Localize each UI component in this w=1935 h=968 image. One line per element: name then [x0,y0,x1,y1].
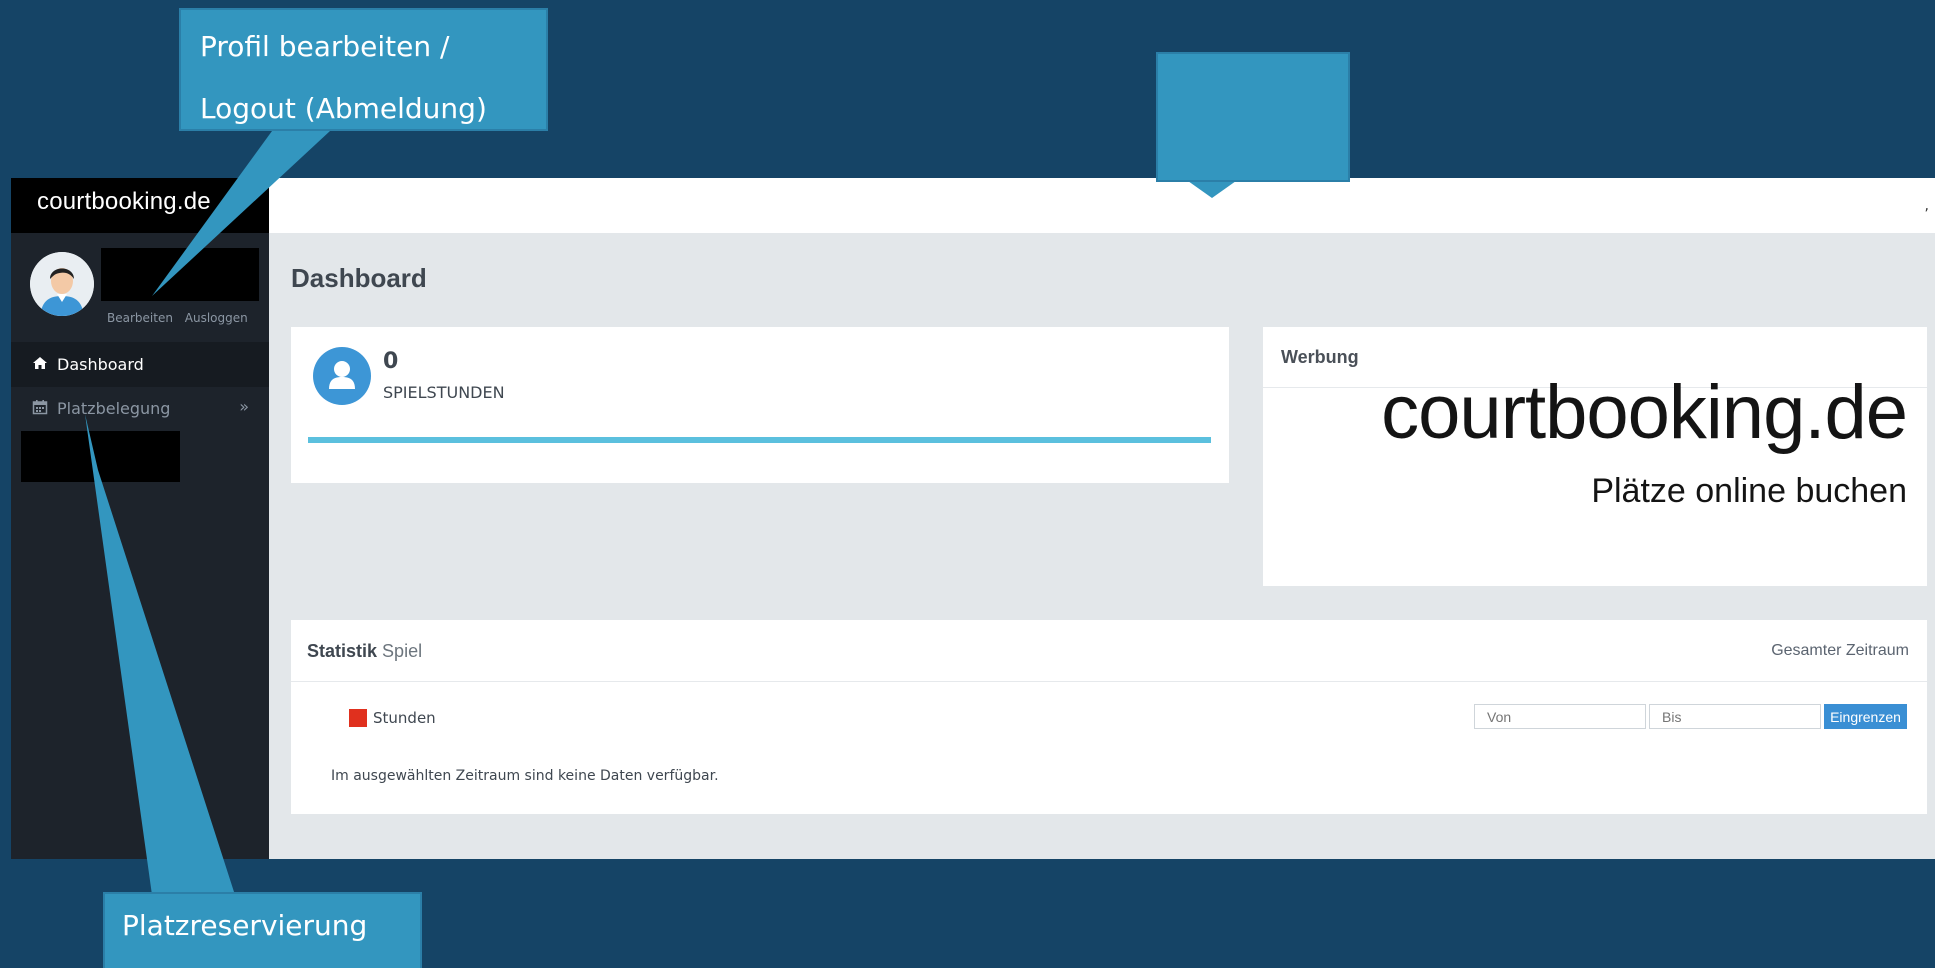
callout-text: Logout (Abmeldung) [200,92,487,125]
callout-profile: Profil bearbeiten / Logout (Abmeldung) [179,8,548,131]
profile-callout-tail [152,131,330,296]
callout-text: Profil bearbeiten / [200,30,450,63]
reservation-callout-tail [85,414,235,895]
callout-reservation: Platzreservierung [103,892,422,968]
callout-text: Platzreservierung [122,909,368,942]
top-callout-tail [1188,181,1236,198]
callout-pointers [85,131,1236,895]
callout-empty [1156,52,1350,182]
